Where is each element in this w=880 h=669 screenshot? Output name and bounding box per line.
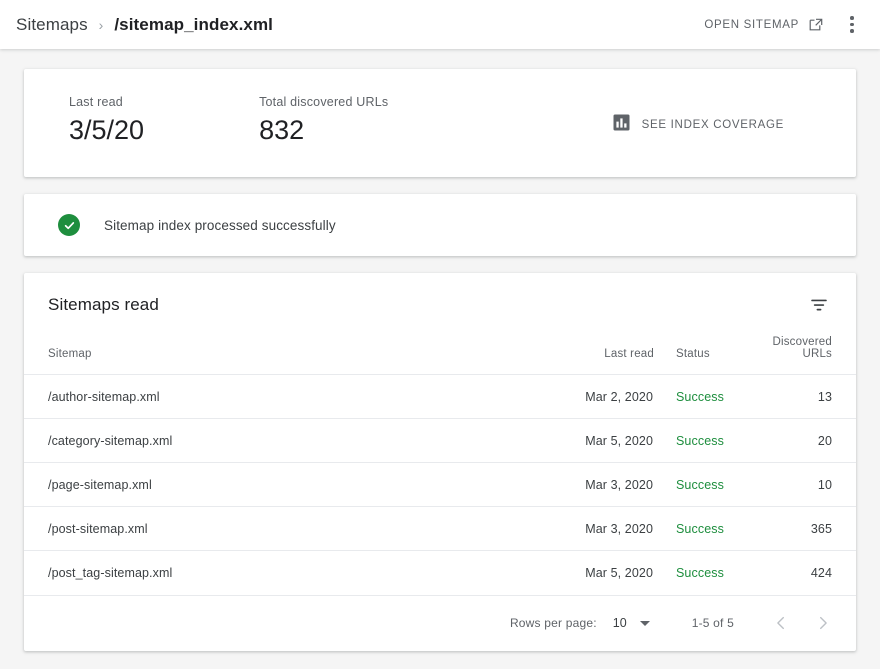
table-row[interactable]: /author-sitemap.xml Mar 2, 2020 Success … [24, 374, 856, 419]
pagination-bar: Rows per page: 10 1-5 of 5 [24, 594, 856, 651]
open-sitemap-label: OPEN SITEMAP [704, 18, 799, 31]
metric-label: Total discovered URLs [259, 95, 389, 109]
filter-list-icon[interactable] [806, 292, 832, 318]
metric-last-read: Last read 3/5/20 [24, 95, 144, 147]
table-head: Sitemap Last read Status Discovered URLs [24, 336, 856, 375]
table-header-bar: Sitemaps read [24, 273, 856, 336]
external-link-icon [808, 17, 824, 33]
breadcrumb-separator-icon: › [98, 16, 104, 33]
app-bar: Sitemaps › /sitemap_index.xml OPEN SITEM… [0, 0, 880, 49]
sitemaps-read-card: Sitemaps read Sitemap Last read Status D… [24, 273, 856, 651]
page-content: Last read 3/5/20 Total discovered URLs 8… [0, 49, 880, 651]
rows-per-page-value: 10 [612, 616, 627, 630]
status-banner: Sitemap index processed successfully [24, 194, 856, 256]
cell-last-read: Mar 5, 2020 [585, 433, 653, 448]
pager-controls [766, 608, 838, 638]
kebab-dot [850, 22, 854, 27]
cell-discovered-urls: 13 [817, 389, 832, 404]
metric-label: Last read [69, 95, 123, 109]
cell-last-read: Mar 3, 2020 [585, 521, 653, 536]
cell-discovered-urls: 20 [817, 433, 832, 448]
cell-status: Success [676, 521, 724, 536]
metric-total-discovered-urls: Total discovered URLs 832 [144, 95, 388, 147]
chevron-right-icon[interactable] [808, 608, 838, 638]
breadcrumb-item-sitemaps[interactable]: Sitemaps [16, 15, 88, 35]
cell-discovered-urls: 424 [810, 565, 832, 580]
cell-discovered-urls: 10 [817, 477, 832, 492]
table-header-row: Sitemap Last read Status Discovered URLs [24, 336, 856, 375]
table-row[interactable]: /category-sitemap.xml Mar 5, 2020 Succes… [24, 418, 856, 463]
table-row[interactable]: /post-sitemap.xml Mar 3, 2020 Success 36… [24, 506, 856, 551]
chevron-left-icon[interactable] [766, 608, 796, 638]
column-header-last-read[interactable]: Last read [552, 336, 654, 375]
cell-sitemap[interactable]: /category-sitemap.xml [24, 419, 552, 463]
cell-status: Success [676, 433, 724, 448]
rows-per-page-label: Rows per page: [509, 616, 597, 630]
page-title: /sitemap_index.xml [114, 14, 273, 34]
see-index-coverage-label: SEE INDEX COVERAGE [641, 119, 784, 131]
cell-discovered-urls: 365 [810, 521, 832, 536]
summary-card: Last read 3/5/20 Total discovered URLs 8… [24, 69, 856, 177]
metric-value: 3/5/20 [69, 115, 145, 145]
cell-sitemap[interactable]: /author-sitemap.xml [24, 375, 552, 419]
pagination-range: 1-5 of 5 [691, 616, 734, 630]
column-header-status[interactable]: Status [654, 336, 744, 375]
caret-down-icon [639, 620, 650, 626]
cell-status: Success [676, 477, 724, 492]
cell-status: Success [676, 565, 724, 580]
table-row[interactable]: /page-sitemap.xml Mar 3, 2020 Success 10 [24, 462, 856, 507]
sitemaps-table: Sitemap Last read Status Discovered URLs… [24, 336, 856, 595]
check-circle-icon [58, 214, 80, 236]
cell-status: Success [676, 389, 724, 404]
see-index-coverage-button[interactable]: SEE INDEX COVERAGE [613, 114, 784, 136]
rows-per-page-select[interactable]: 10 [613, 616, 650, 630]
cell-sitemap[interactable]: /post-sitemap.xml [24, 507, 552, 551]
table-body: /author-sitemap.xml Mar 2, 2020 Success … [24, 374, 856, 595]
column-header-sitemap[interactable]: Sitemap [24, 336, 552, 375]
more-vert-icon[interactable] [838, 9, 866, 41]
bar-chart-icon [613, 114, 630, 136]
cell-last-read: Mar 3, 2020 [585, 477, 653, 492]
cell-last-read: Mar 2, 2020 [585, 389, 653, 404]
breadcrumb: Sitemaps › /sitemap_index.xml [16, 15, 696, 35]
cell-sitemap[interactable]: /page-sitemap.xml [24, 463, 552, 507]
table-title: Sitemaps read [48, 294, 159, 314]
metric-value: 832 [259, 115, 305, 145]
kebab-dot [850, 29, 854, 33]
open-sitemap-button[interactable]: OPEN SITEMAP [696, 11, 828, 39]
app-bar-actions: OPEN SITEMAP [696, 9, 866, 41]
cell-sitemap[interactable]: /post_tag-sitemap.xml [24, 551, 552, 595]
column-header-discovered-urls[interactable]: Discovered URLs [744, 336, 856, 375]
kebab-dot [850, 16, 854, 20]
status-banner-text: Sitemap index processed successfully [104, 217, 336, 233]
cell-last-read: Mar 5, 2020 [585, 565, 653, 580]
table-row[interactable]: /post_tag-sitemap.xml Mar 5, 2020 Succes… [24, 550, 856, 595]
